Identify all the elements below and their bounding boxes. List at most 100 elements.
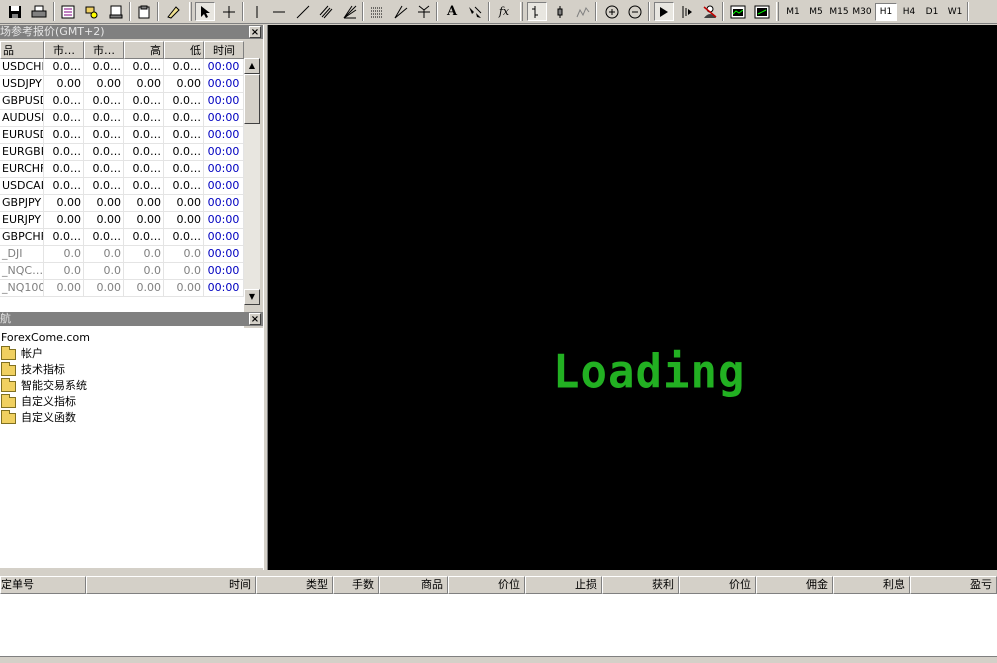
crosshair-icon[interactable]	[219, 2, 239, 21]
timeframe-m15[interactable]: M15	[828, 3, 850, 21]
close-icon[interactable]: ×	[249, 313, 261, 325]
fibonacci-fan-icon[interactable]	[340, 2, 360, 21]
row-low: 0.0…	[164, 127, 204, 144]
table-row[interactable]: _NQC… 0.0 0.0 0.0 0.0 00:00	[0, 263, 244, 280]
andrews-pitchfork-icon[interactable]	[414, 2, 434, 21]
navigator-item-indicators[interactable]: 技术指标	[0, 361, 263, 378]
chart-window-icon[interactable]	[728, 2, 748, 21]
row-bid: 0.00	[44, 76, 84, 93]
table-row[interactable]: GBPJPY 0.00 0.00 0.00 0.00 00:00	[0, 195, 244, 212]
scroll-down-icon[interactable]: ▼	[244, 289, 260, 305]
row-bid: 0.0…	[44, 127, 84, 144]
line-chart-icon[interactable]	[573, 2, 593, 21]
trendline-icon[interactable]	[293, 2, 313, 21]
arrow-tool-icon[interactable]	[465, 2, 485, 21]
equidistant-channel-icon[interactable]	[316, 2, 336, 21]
print-icon[interactable]	[29, 2, 49, 21]
column-header-symbol[interactable]: 商品	[379, 576, 448, 594]
table-row[interactable]: EURGBP 0.0… 0.0… 0.0… 0.0… 00:00	[0, 144, 244, 161]
row-high: 0.0…	[124, 144, 164, 161]
column-header-low[interactable]: 低	[164, 41, 204, 59]
navigator-root-label: ForexCome.com	[1, 331, 90, 344]
table-row[interactable]: AUDUSD0.0…0.0…0.0…0.0…00:00	[0, 110, 244, 127]
metaeditor-icon[interactable]	[163, 2, 183, 21]
navigator-tree: ForexCome.com 帐户 技术指标 智能交易系统 自定义指标 自定义函数	[0, 328, 263, 568]
bar-chart-icon[interactable]	[527, 2, 547, 21]
column-header-current-price[interactable]: 价位	[679, 576, 756, 594]
chart-area[interactable]: Loading	[268, 25, 997, 570]
text-tool-icon[interactable]: A	[442, 2, 462, 21]
market-watch-scrollbar[interactable]: ▲ ▼	[244, 58, 260, 305]
toolbar-separator	[488, 2, 490, 21]
cursor-icon[interactable]	[195, 2, 215, 21]
timeframe-w1[interactable]: W1	[944, 3, 966, 21]
navigator-item-accounts[interactable]: 帐户	[0, 345, 263, 362]
column-header-lots[interactable]: 手数	[333, 576, 379, 594]
zoom-out-icon[interactable]	[625, 2, 645, 21]
timeframe-d1[interactable]: D1	[921, 3, 943, 21]
terminal-header: 定单号 时间 类型 手数 商品 价位 止损 获利 价位 佣金 利息 盈亏	[0, 576, 997, 594]
column-header-time[interactable]: 时间	[86, 576, 256, 594]
terminal-icon[interactable]	[106, 2, 126, 21]
column-header-swap[interactable]: 利息	[833, 576, 910, 594]
row-high: 0.0…	[124, 161, 164, 178]
chart-shift-icon[interactable]	[654, 2, 674, 21]
table-row[interactable]: GBPUSD 0.0… 0.0… 0.0… 0.0… 00:00	[0, 93, 244, 110]
strategy-tester-icon[interactable]	[134, 2, 154, 21]
timeframe-h1[interactable]: H1	[875, 3, 897, 21]
row-low: 0.00	[164, 76, 204, 93]
timeframe-h4[interactable]: H4	[898, 3, 920, 21]
column-header-price[interactable]: 价位	[448, 576, 525, 594]
vertical-line-icon[interactable]	[247, 2, 267, 21]
table-row[interactable]: EURCHF 0.0… 0.0… 0.0… 0.0… 00:00	[0, 161, 244, 178]
row-ask: 0.0…	[84, 59, 124, 76]
fibonacci-retracement-icon[interactable]	[367, 2, 387, 21]
column-header-high[interactable]: 高	[124, 41, 164, 59]
column-header-commission[interactable]: 佣金	[756, 576, 833, 594]
folder-icon	[1, 361, 16, 376]
row-time: 00:00	[204, 76, 244, 93]
gann-fan-icon[interactable]	[391, 2, 411, 21]
row-ask: 0.00	[84, 76, 124, 93]
indicator-icon[interactable]: fx	[494, 2, 514, 21]
horizontal-line-icon[interactable]	[269, 2, 289, 21]
close-icon[interactable]: ×	[249, 26, 261, 38]
table-row[interactable]: _DJI 0.0 0.0 0.0 0.0 00:00	[0, 246, 244, 263]
navigator-item-experts[interactable]: 智能交易系统	[0, 377, 263, 394]
scroll-thumb[interactable]	[244, 74, 260, 124]
row-ask: 0.00	[84, 280, 124, 297]
candlestick-icon[interactable]	[550, 2, 570, 21]
column-header-type[interactable]: 类型	[256, 576, 333, 594]
table-row[interactable]: EURJPY 0.00 0.00 0.00 0.00 00:00	[0, 212, 244, 229]
column-header-order[interactable]: 定单号	[0, 576, 86, 594]
navigator-item-custom-functions[interactable]: 自定义函数	[0, 409, 263, 426]
new-chart-icon[interactable]	[752, 2, 772, 21]
column-header-stop-loss[interactable]: 止损	[525, 576, 602, 594]
navigator-icon[interactable]	[82, 2, 102, 21]
table-row[interactable]: USDJPY 0.00 0.00 0.00 0.00 00:00	[0, 76, 244, 93]
auto-scroll-icon[interactable]	[677, 2, 697, 21]
navigator-item-custom-indicators[interactable]: 自定义指标	[0, 393, 263, 410]
scroll-up-icon[interactable]: ▲	[244, 58, 260, 74]
column-header-bid[interactable]: 市…	[44, 41, 84, 59]
table-row[interactable]: GBPCHF 0.0… 0.0… 0.0… 0.0… 00:00	[0, 229, 244, 246]
column-header-profit[interactable]: 盈亏	[910, 576, 997, 594]
navigator-root[interactable]: ForexCome.com	[0, 330, 263, 346]
table-row[interactable]: USDCAD0.0…0.0…0.0…0.0…00:00	[0, 178, 244, 195]
expert-advisor-icon[interactable]	[700, 2, 720, 21]
column-header-symbol[interactable]: 品	[0, 41, 44, 59]
timeframe-m30[interactable]: M30	[851, 3, 873, 21]
timeframe-m5[interactable]: M5	[805, 3, 827, 21]
table-row[interactable]: EURUSD 0.0… 0.0… 0.0… 0.0… 00:00	[0, 127, 244, 144]
row-bid: 0.0	[44, 246, 84, 263]
zoom-in-icon[interactable]	[602, 2, 622, 21]
table-row[interactable]: USDCHF 0.0… 0.0… 0.0… 0.0… 00:00	[0, 59, 244, 76]
toolbar-separator	[362, 2, 364, 21]
column-header-ask[interactable]: 市…	[84, 41, 124, 59]
timeframe-m1[interactable]: M1	[782, 3, 804, 21]
column-header-time[interactable]: 时间	[204, 41, 244, 59]
save-icon[interactable]	[5, 2, 25, 21]
table-row[interactable]: _NQ100 0.00 0.00 0.00 0.00 00:00	[0, 280, 244, 297]
column-header-take-profit[interactable]: 获利	[602, 576, 679, 594]
market-watch-icon[interactable]	[58, 2, 78, 21]
